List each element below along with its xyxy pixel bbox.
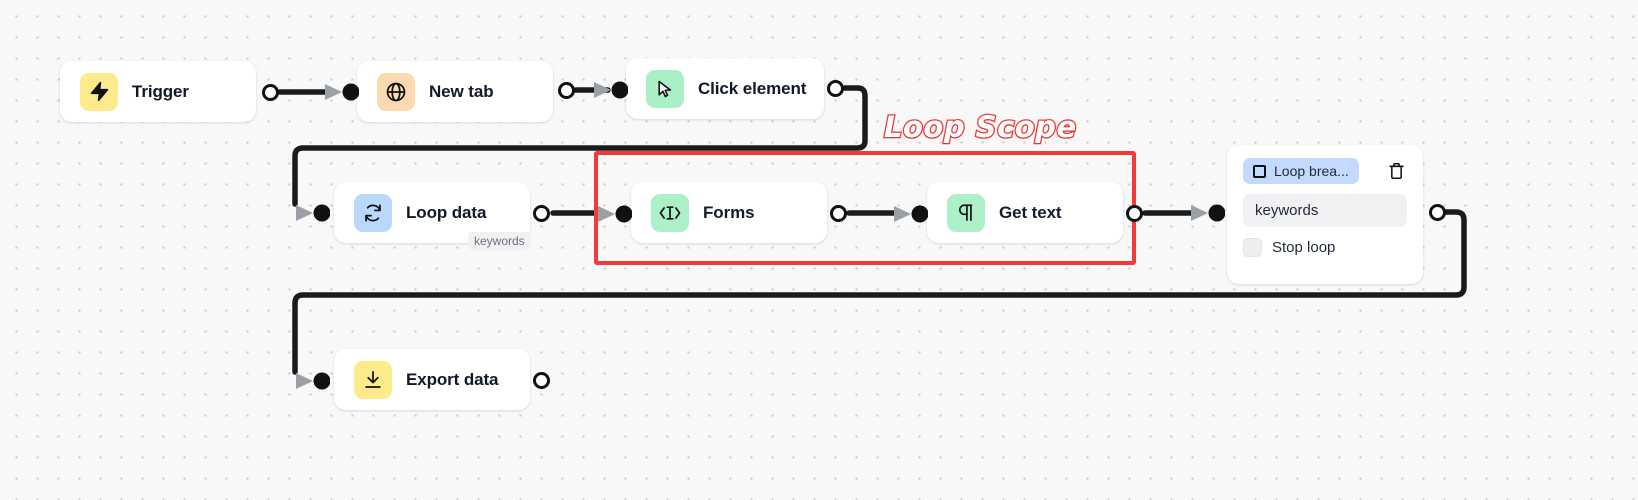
stop-loop-row[interactable]: Stop loop <box>1243 238 1407 257</box>
node-label: Trigger <box>132 81 189 101</box>
port-out-forms[interactable] <box>830 205 847 222</box>
node-label: Loop data <box>406 202 487 222</box>
loop-break-header: Loop brea... <box>1243 158 1407 184</box>
node-label: Click element <box>698 78 807 98</box>
port-in-forms[interactable] <box>598 205 633 223</box>
port-out-new-tab[interactable] <box>558 82 575 99</box>
lightning-bolt-icon <box>80 72 118 111</box>
trash-icon[interactable] <box>1385 160 1407 182</box>
port-in-get-text[interactable] <box>894 205 929 223</box>
stop-loop-checkbox[interactable] <box>1243 238 1262 257</box>
port-in-new-tab[interactable] <box>325 83 360 101</box>
port-in-export-data[interactable] <box>296 372 331 390</box>
loop-scope-highlight <box>594 151 1136 265</box>
port-out-export-data[interactable] <box>533 372 550 389</box>
workflow-canvas[interactable]: Loop Scope Trigger New tab Click element… <box>0 0 1638 500</box>
stop-loop-label: Stop loop <box>1272 239 1336 256</box>
port-out-loop-data[interactable] <box>533 205 550 222</box>
cursor-icon <box>646 69 684 108</box>
loop-break-title-pill[interactable]: Loop brea... <box>1243 158 1359 184</box>
port-out-click-element[interactable] <box>827 80 844 97</box>
port-in-click-element[interactable] <box>594 81 629 99</box>
node-label: Export data <box>406 369 499 389</box>
loop-break-title: Loop brea... <box>1274 163 1349 179</box>
loop-refresh-icon <box>354 193 392 232</box>
square-icon <box>1253 164 1266 178</box>
port-out-get-text[interactable] <box>1126 205 1143 222</box>
node-badge-loop-data: keywords <box>468 232 531 250</box>
loop-scope-label: Loop Scope <box>883 109 1078 146</box>
node-click-element[interactable]: Click element <box>626 58 824 119</box>
port-in-loop-break[interactable] <box>1191 204 1226 222</box>
node-loop-break[interactable]: Loop brea... keywords Stop loop <box>1227 145 1423 284</box>
node-label: New tab <box>429 81 494 101</box>
globe-icon <box>377 72 415 111</box>
port-out-trigger[interactable] <box>262 84 279 101</box>
port-in-loop-data[interactable] <box>296 204 331 222</box>
node-trigger[interactable]: Trigger <box>60 61 256 122</box>
port-out-loop-break[interactable] <box>1429 204 1446 221</box>
keywords-input[interactable]: keywords <box>1243 194 1407 227</box>
node-new-tab[interactable]: New tab <box>357 61 553 122</box>
download-icon <box>354 360 392 399</box>
keywords-input-value: keywords <box>1255 202 1319 219</box>
node-export-data[interactable]: Export data <box>334 349 530 410</box>
